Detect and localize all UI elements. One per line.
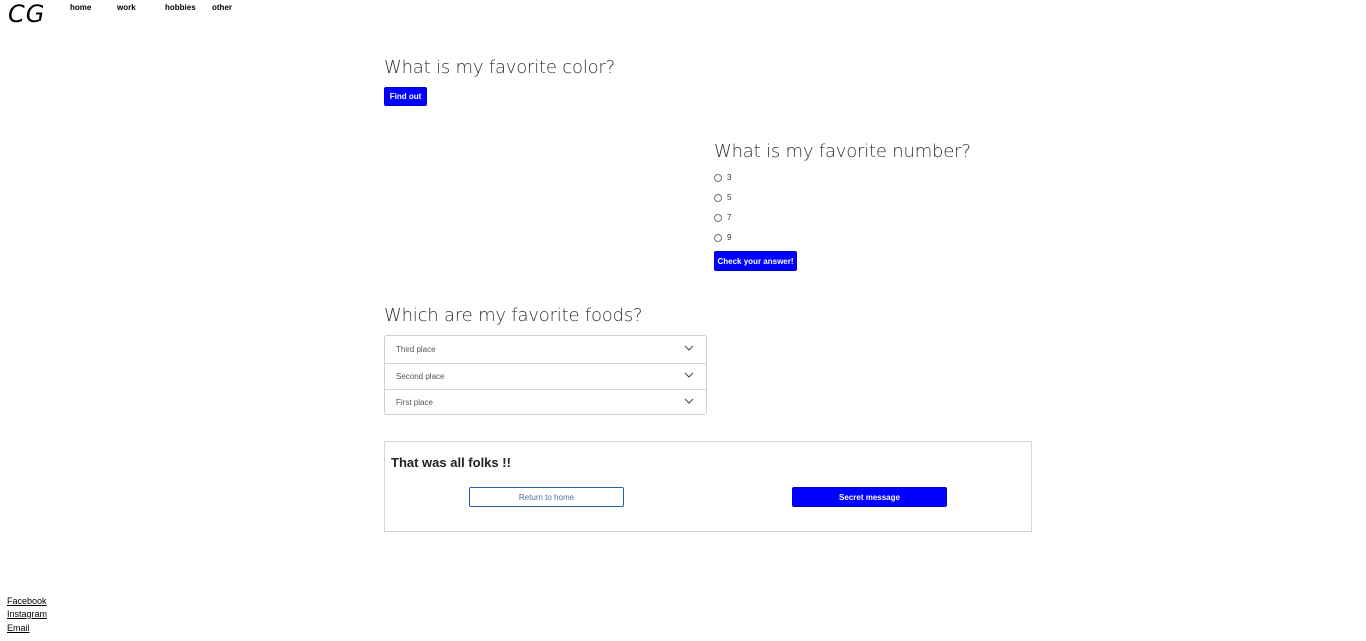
first-place-select[interactable]: First place: [385, 389, 706, 416]
nav-link-work[interactable]: work: [117, 3, 136, 12]
chevron-down-icon: [684, 372, 694, 378]
radio-label: 3: [727, 173, 732, 182]
closing-card-title: That was all folks !!: [391, 455, 511, 470]
radio-label: 9: [727, 233, 732, 242]
nav-link-other[interactable]: other: [212, 3, 232, 12]
select-label: Second place: [396, 372, 445, 381]
select-label: Third place: [396, 345, 436, 354]
radio-circle-icon[interactable]: [714, 173, 722, 182]
radio-circle-icon[interactable]: [714, 213, 722, 222]
footer-link-instagram[interactable]: Instagram: [7, 609, 47, 619]
foods-select-group: Third place Second place First place: [384, 335, 707, 415]
radio-label: 7: [727, 213, 732, 222]
color-question-title: What is my favorite color?: [384, 57, 615, 78]
logo[interactable]: CG: [8, 0, 45, 28]
radio-circle-icon[interactable]: [714, 233, 722, 242]
chevron-down-icon: [684, 345, 694, 351]
second-place-select[interactable]: Second place: [385, 363, 706, 390]
secret-message-button[interactable]: Secret message: [792, 487, 947, 507]
radio-option-3[interactable]: 3: [714, 173, 731, 182]
select-label: First place: [396, 398, 433, 407]
closing-card: That was all folks !! Return to home Sec…: [384, 441, 1032, 532]
radio-option-5[interactable]: 5: [714, 193, 731, 202]
footer-link-email[interactable]: Email: [7, 623, 30, 633]
radio-option-9[interactable]: 9: [714, 233, 731, 242]
nav-link-hobbies[interactable]: hobbies: [165, 3, 196, 12]
foods-question-title: Which are my favorite foods?: [384, 305, 643, 326]
page: CG home work hobbies other What is my fa…: [0, 0, 1366, 641]
radio-option-7[interactable]: 7: [714, 213, 731, 222]
find-out-button[interactable]: Find out: [384, 87, 427, 106]
nav-link-home[interactable]: home: [70, 3, 91, 12]
radio-label: 5: [727, 193, 732, 202]
third-place-select[interactable]: Third place: [385, 336, 706, 363]
number-question-title: What is my favorite number?: [714, 141, 971, 162]
check-answer-button[interactable]: Check your answer!: [714, 251, 797, 271]
radio-circle-icon[interactable]: [714, 193, 722, 202]
chevron-down-icon: [684, 398, 694, 404]
footer-link-facebook[interactable]: Facebook: [7, 596, 47, 606]
return-to-home-button[interactable]: Return to home: [469, 487, 624, 507]
